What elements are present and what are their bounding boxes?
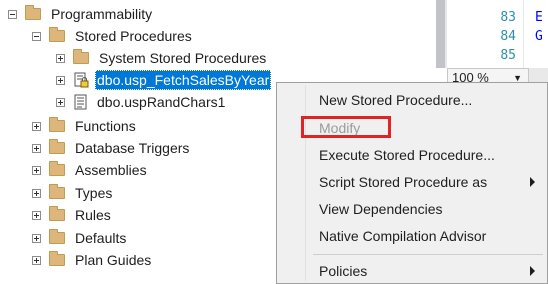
expand-icon[interactable] <box>32 233 41 243</box>
tree-item-assemblies[interactable]: Assemblies <box>32 159 149 181</box>
tree-item-label: Types <box>75 185 113 201</box>
menu-item-view-dependencies[interactable]: View Dependencies <box>279 196 545 222</box>
menu-item-native-compilation-advisor[interactable]: Native Compilation Advisor <box>279 223 545 249</box>
expand-icon[interactable] <box>32 165 41 175</box>
tree-item-system-stored-procedures[interactable]: System Stored Procedures <box>56 47 268 69</box>
tree-item-label: Assemblies <box>75 162 147 178</box>
query-editor[interactable]: 83 84 85 E G <box>447 0 548 68</box>
editor-gutter <box>523 0 524 68</box>
collapse-icon[interactable] <box>8 9 17 19</box>
expand-icon[interactable] <box>32 255 41 265</box>
menu-item-label: New Stored Procedure... <box>319 92 473 108</box>
expand-icon[interactable] <box>32 143 41 153</box>
expand-icon[interactable] <box>32 210 41 220</box>
code-fragment: E <box>535 10 543 25</box>
tree-item-label: Defaults <box>75 230 127 246</box>
expand-icon[interactable] <box>56 75 65 85</box>
line-number: 84 <box>500 29 516 44</box>
expand-icon[interactable] <box>56 53 65 63</box>
context-menu: New Stored Procedure... Modify Execute S… <box>276 82 548 284</box>
tree-item-label: Stored Procedures <box>75 28 192 44</box>
folder-icon <box>49 251 65 266</box>
expand-icon[interactable] <box>32 188 41 198</box>
folder-icon <box>73 49 89 64</box>
menu-item-label: Policies <box>319 263 368 279</box>
tree-item-functions[interactable]: Functions <box>32 115 138 137</box>
menu-item-policies[interactable]: Policies <box>279 258 545 284</box>
tree-item-label: dbo.uspRandChars1 <box>97 94 226 110</box>
submenu-arrow-icon <box>530 177 535 187</box>
tree-item-label: Functions <box>75 118 136 134</box>
tree-item-label: System Stored Procedures <box>99 50 267 66</box>
folder-icon <box>25 5 41 20</box>
menu-item-label: Native Compilation Advisor <box>319 228 487 244</box>
tree-item-programmability[interactable]: Programmability <box>8 3 154 25</box>
menu-item-modify[interactable]: Modify <box>279 115 545 141</box>
tree-item-usprandchars1[interactable]: dbo.uspRandChars1 <box>56 91 227 113</box>
folder-icon <box>49 117 65 132</box>
menu-separator <box>313 254 543 255</box>
collapse-icon[interactable] <box>32 31 41 41</box>
folder-icon <box>49 139 65 154</box>
tree-item-label: Database Triggers <box>75 140 190 156</box>
expand-icon[interactable] <box>56 97 65 107</box>
folder-icon <box>49 184 65 199</box>
code-fragment: G <box>535 29 543 44</box>
folder-icon <box>49 206 65 221</box>
tree-item-label: Plan Guides <box>75 252 152 268</box>
menu-item-label: Modify <box>319 120 361 136</box>
menu-item-new-stored-procedure[interactable]: New Stored Procedure... <box>279 87 545 113</box>
line-number: 85 <box>500 48 516 63</box>
menu-item-script-stored-procedure-as[interactable]: Script Stored Procedure as <box>279 169 545 195</box>
stored-procedure-icon <box>74 94 87 110</box>
stored-procedure-lock-icon <box>74 72 89 88</box>
tree-item-database-triggers[interactable]: Database Triggers <box>32 137 191 159</box>
tree-item-usp-fetchsalesbyyear[interactable]: dbo.usp_FetchSalesByYear <box>56 69 272 91</box>
tree-item-rules[interactable]: Rules <box>32 204 113 226</box>
folder-icon <box>49 27 65 42</box>
tree-item-stored-procedures[interactable]: Stored Procedures <box>32 25 194 47</box>
pane-splitter[interactable] <box>436 0 445 68</box>
tree-item-defaults[interactable]: Defaults <box>32 227 128 249</box>
tree-item-label: Rules <box>75 207 111 223</box>
tree-item-label: dbo.usp_FetchSalesByYear <box>95 70 272 90</box>
menu-item-label: Execute Stored Procedure... <box>319 147 495 163</box>
tree-item-plan-guides[interactable]: Plan Guides <box>32 249 153 271</box>
expand-icon[interactable] <box>32 121 41 131</box>
submenu-arrow-icon <box>530 266 535 276</box>
menu-item-label: Script Stored Procedure as <box>319 174 488 190</box>
line-number: 83 <box>500 10 516 25</box>
menu-item-label: View Dependencies <box>319 201 443 217</box>
tree-item-types[interactable]: Types <box>32 182 114 204</box>
menu-item-execute-stored-procedure[interactable]: Execute Stored Procedure... <box>279 142 545 168</box>
folder-icon <box>49 161 65 176</box>
folder-icon <box>49 229 65 244</box>
tree-item-label: Programmability <box>51 6 153 22</box>
